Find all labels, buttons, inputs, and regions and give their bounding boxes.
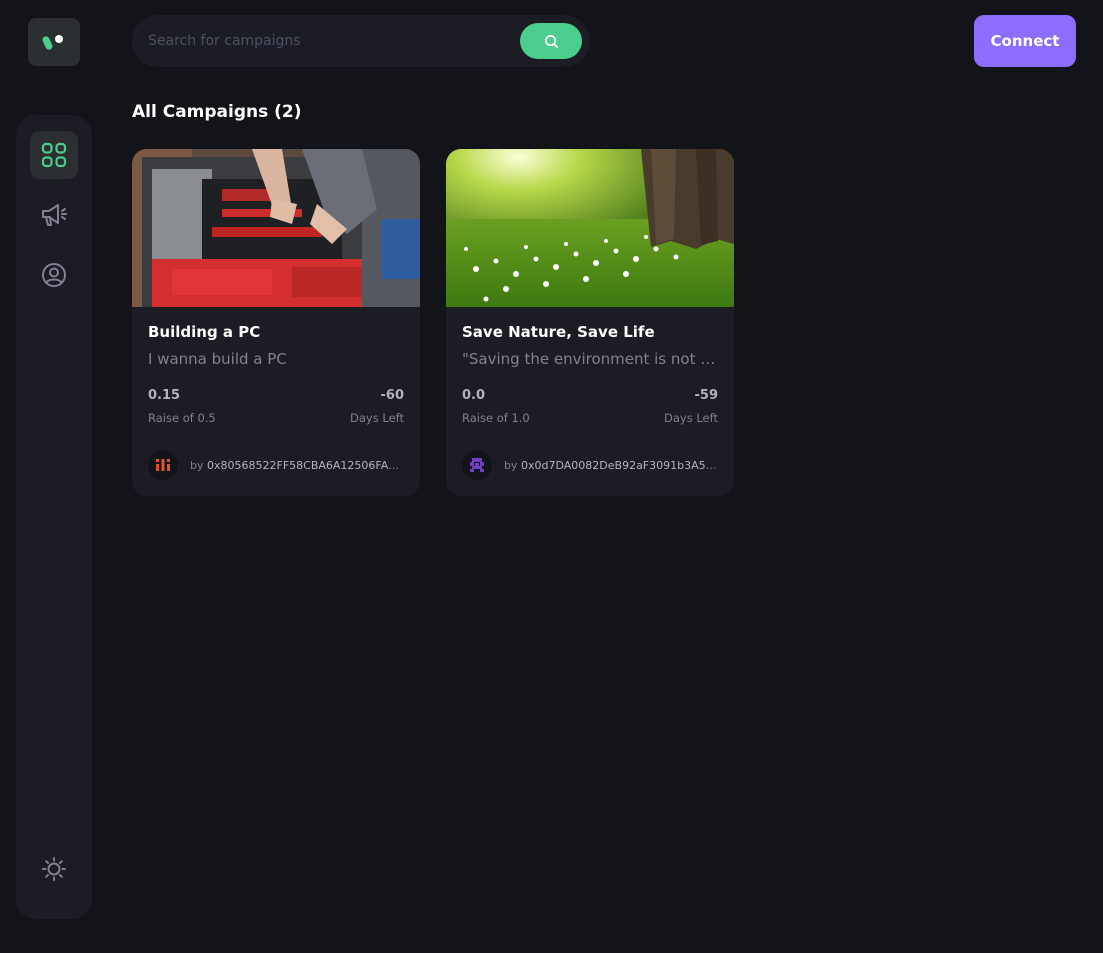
connect-button[interactable]: Connect [974, 15, 1076, 67]
sun-icon [42, 857, 66, 881]
owner-avatar [462, 450, 492, 480]
sidebar [16, 115, 92, 919]
campaign-icon [42, 204, 67, 226]
search-input[interactable] [148, 33, 520, 49]
campaign-owner: by 0x0d7DA0082DeB92aF3091b3A50... [462, 450, 718, 480]
sidebar-item-profile[interactable] [30, 251, 78, 299]
sidebar-item-campaign[interactable] [30, 191, 78, 239]
target-label: Raise of 1.0 [462, 411, 530, 425]
sidebar-item-dashboard[interactable] [30, 131, 78, 179]
identicon-icon [470, 458, 484, 472]
campaign-description: "Saving the environment is not a choice,… [462, 350, 718, 368]
campaign-description: I wanna build a PC [148, 350, 287, 368]
owner-address: 0x0d7DA0082DeB92aF3091b3A50... [521, 458, 718, 472]
days-left-label: Days Left [664, 411, 718, 425]
owner-prefix: by [190, 458, 204, 472]
days-left-label: Days Left [350, 411, 404, 425]
search-button[interactable] [520, 23, 582, 59]
owner-text: by 0x80568522FF58CBA6A12506FA2... [190, 459, 404, 472]
campaign-image [132, 149, 420, 307]
owner-address: 0x80568522FF58CBA6A12506FA2... [207, 458, 404, 472]
campaign-title: Save Nature, Save Life [462, 323, 655, 341]
days-left-value: -59 [694, 388, 719, 403]
owner-prefix: by [504, 458, 518, 472]
target-label: Raise of 0.5 [148, 411, 216, 425]
campaign-image [446, 149, 734, 307]
app-logo[interactable] [28, 18, 80, 66]
search-icon [544, 34, 558, 48]
profile-icon [42, 263, 66, 287]
owner-avatar [148, 450, 178, 480]
search-bar [132, 15, 590, 67]
campaign-owner: by 0x80568522FF58CBA6A12506FA2... [148, 450, 404, 480]
amount-collected: 0.15 [148, 388, 181, 403]
page-title: All Campaigns (2) [132, 102, 302, 122]
campaign-card-save-nature[interactable]: Save Nature, Save Life "Saving the envir… [446, 149, 734, 496]
days-left-value: -60 [380, 388, 405, 403]
logo-icon [42, 35, 63, 50]
campaign-title: Building a PC [148, 323, 261, 341]
campaign-card-building-pc[interactable]: Building a PC I wanna build a PC 0.15 Ra… [132, 149, 420, 496]
dashboard-icon [41, 142, 67, 168]
identicon-icon [156, 459, 170, 471]
amount-collected: 0.0 [462, 388, 486, 403]
owner-text: by 0x0d7DA0082DeB92aF3091b3A50... [504, 459, 718, 472]
theme-toggle[interactable] [30, 845, 78, 893]
